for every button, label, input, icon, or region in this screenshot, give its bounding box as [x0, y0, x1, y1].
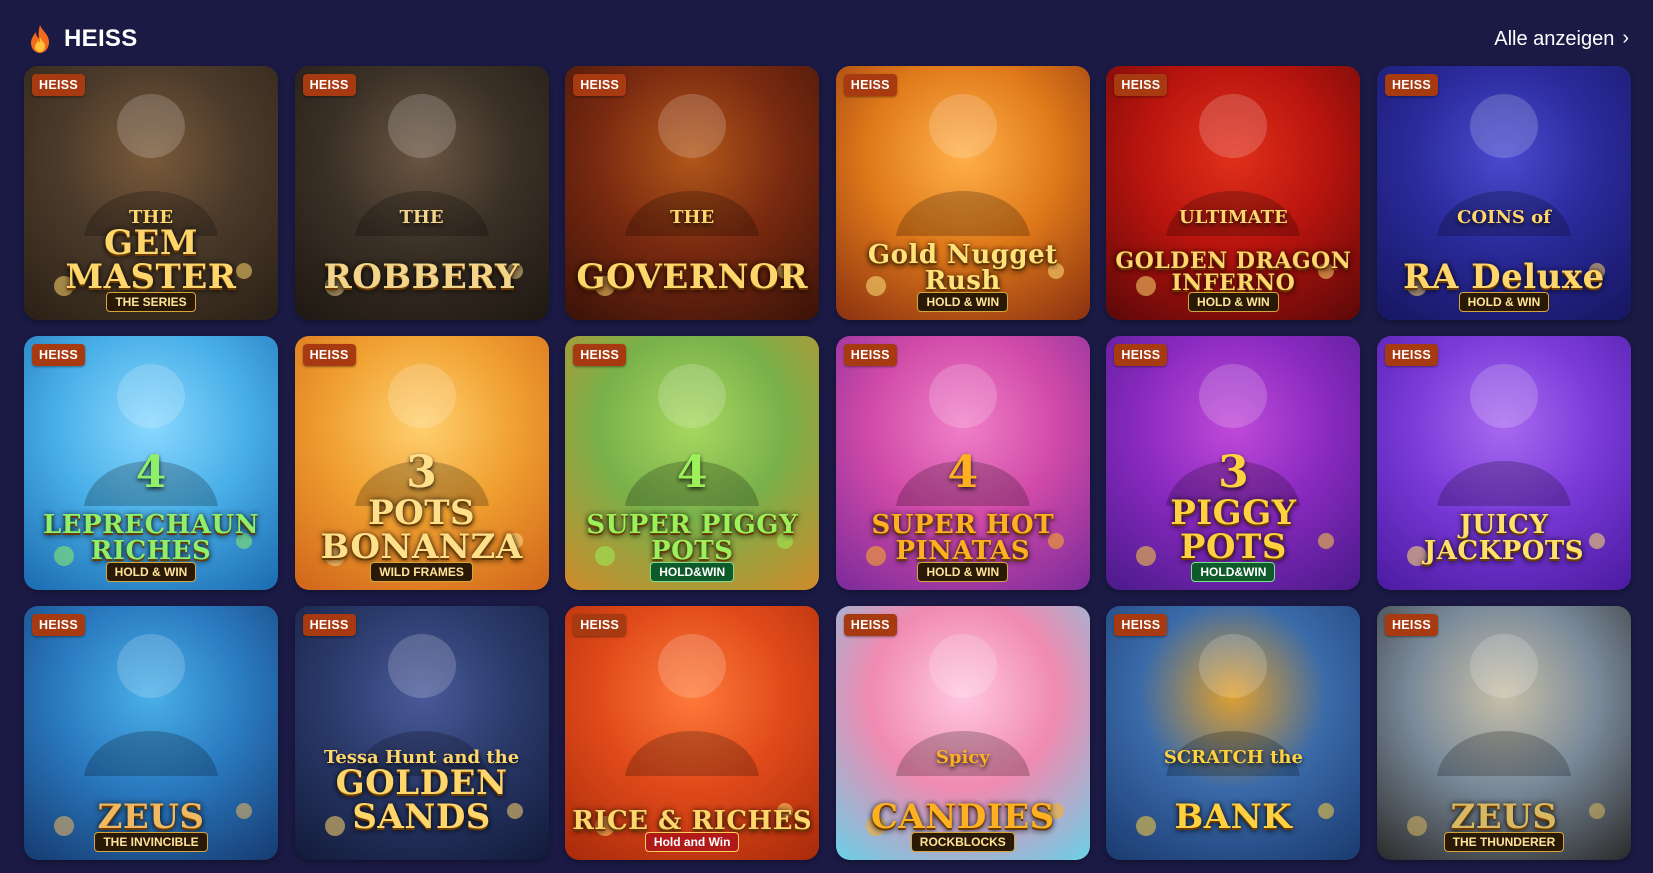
game-title: ROBBERY: [323, 257, 520, 297]
game-subtitle: HOLD&WIN: [1106, 562, 1360, 582]
hot-badge: HEISS: [1384, 614, 1438, 636]
game-subtitle: THE SERIES: [24, 292, 278, 312]
hot-badge: HEISS: [1114, 74, 1168, 96]
game-tile[interactable]: ULTIMATE GOLDEN DRAGON INFERNO HOLD & WIN H…: [1106, 66, 1361, 320]
game-subtitle-text: THE INVINCIBLE: [94, 832, 208, 852]
game-grid: THE GEM MASTER THE SERIES HEISS THE ROBBERY HE…: [24, 66, 1631, 860]
game-title: RICE & RICHES: [572, 806, 813, 836]
game-subtitle: HOLD & WIN: [1106, 292, 1360, 312]
game-subtitle: THE THUNDERER: [1377, 832, 1631, 852]
hot-badge: HEISS: [573, 614, 627, 636]
game-title-kicker: COINS of: [1457, 207, 1551, 228]
game-tile[interactable]: Gold Nugget Rush HOLD & WIN HEISS: [835, 66, 1090, 320]
see-all-link[interactable]: Alle anzeigen ›: [1494, 28, 1629, 51]
game-tile[interactable]: JUICY JACKPOTS HEISS: [1376, 336, 1631, 590]
game-title-kicker: 3: [1218, 447, 1249, 498]
game-tile[interactable]: THE GEM MASTER THE SERIES HEISS: [24, 66, 278, 320]
game-subtitle: HOLD&WIN: [565, 562, 819, 582]
game-subtitle-text: HOLD & WIN: [917, 292, 1009, 312]
game-title: RA Deluxe: [1403, 257, 1605, 297]
game-title: Gold Nugget Rush: [867, 240, 1058, 296]
game-tile[interactable]: 4 SUPER PIGGY POTS HOLD&WIN HEISS: [565, 336, 820, 590]
game-tile[interactable]: 3 PIGGY POTS HOLD&WIN HEISS: [1106, 336, 1361, 590]
game-subtitle-text: Hold and Win: [644, 832, 740, 852]
game-tile[interactable]: THE ROBBERY HEISS: [294, 66, 549, 320]
game-title: GOLDEN DRAGON INFERNO: [1115, 248, 1352, 296]
game-tile[interactable]: COINS of RA Deluxe HOLD & WIN HEISS: [1376, 66, 1631, 320]
game-subtitle: THE INVINCIBLE: [24, 832, 278, 852]
game-tile[interactable]: THE GOVERNOR HEISS: [565, 66, 820, 320]
game-title: ZEUS: [1450, 797, 1558, 837]
hot-badge: HEISS: [32, 614, 86, 636]
hot-badge: HEISS: [573, 74, 627, 96]
game-title: PIGGY POTS: [1170, 493, 1297, 567]
hot-badge: HEISS: [302, 614, 356, 636]
hot-badge: HEISS: [302, 74, 356, 96]
game-title: LEPRECHAUN RICHES: [43, 510, 259, 566]
game-subtitle: HOLD & WIN: [836, 292, 1090, 312]
section-header: HEISS Alle anzeigen ›: [24, 18, 1629, 60]
game-title: BANK: [1174, 797, 1293, 837]
game-title: JUICY JACKPOTS: [1423, 510, 1585, 566]
game-tile[interactable]: RICE & RICHES Hold and Win HEISS: [565, 606, 820, 860]
game-subtitle-text: THE SERIES: [106, 292, 196, 312]
game-tile[interactable]: Spicy CANDIES ROCKBLOCKS HEISS: [835, 606, 1090, 860]
game-subtitle: ROCKBLOCKS: [836, 832, 1090, 852]
game-title: POTS BONANZA: [320, 493, 523, 567]
hot-badge: HEISS: [843, 344, 897, 366]
game-title-kicker: THE: [670, 207, 715, 228]
game-title: SUPER PIGGY POTS: [586, 510, 799, 566]
game-title-kicker: Spicy: [935, 747, 990, 768]
game-title-kicker: 4: [135, 447, 167, 498]
game-title: ZEUS: [97, 797, 205, 837]
game-title: GEM MASTER: [65, 223, 237, 297]
game-tile[interactable]: ZEUS THE THUNDERER HEISS: [1376, 606, 1631, 860]
game-subtitle-text: HOLD & WIN: [917, 562, 1009, 582]
hot-badge: HEISS: [302, 344, 356, 366]
game-tile[interactable]: 4 LEPRECHAUN RICHES HOLD & WIN HEISS: [24, 336, 278, 590]
hot-badge: HEISS: [843, 74, 897, 96]
hot-badge: HEISS: [1384, 74, 1438, 96]
game-subtitle: HOLD & WIN: [1377, 292, 1631, 312]
game-title: GOVERNOR: [576, 257, 808, 297]
game-subtitle: WILD FRAMES: [295, 562, 549, 582]
game-title: GOLDEN SANDS: [335, 763, 508, 837]
game-subtitle-text: HOLD&WIN: [650, 562, 735, 582]
game-subtitle: Hold and Win: [565, 832, 819, 852]
game-subtitle-text: WILD FRAMES: [370, 562, 473, 582]
game-title: CANDIES: [870, 797, 1055, 837]
chevron-right-icon: ›: [1622, 27, 1629, 49]
flame-icon: [31, 25, 49, 53]
hot-badge: HEISS: [32, 344, 86, 366]
hot-badge: HEISS: [1114, 614, 1168, 636]
hot-badge: HEISS: [843, 614, 897, 636]
game-subtitle-text: THE THUNDERER: [1443, 832, 1565, 852]
game-subtitle: HOLD & WIN: [836, 562, 1090, 582]
game-tile[interactable]: ZEUS THE INVINCIBLE HEISS: [24, 606, 278, 860]
hot-badge: HEISS: [1114, 344, 1168, 366]
game-subtitle: HOLD & WIN: [24, 562, 278, 582]
section-title-group: HEISS: [24, 23, 138, 55]
hot-badge: HEISS: [1384, 344, 1438, 366]
game-title-kicker: 3: [406, 447, 437, 498]
game-title: SUPER HOT PINATAS: [871, 510, 1055, 566]
hot-badge: HEISS: [573, 344, 627, 366]
game-subtitle-text: HOLD & WIN: [1458, 292, 1550, 312]
game-tile[interactable]: 4 SUPER HOT PINATAS HOLD & WIN HEISS: [835, 336, 1090, 590]
game-title-kicker: 4: [947, 447, 979, 498]
game-subtitle-text: HOLD & WIN: [105, 562, 197, 582]
game-tile[interactable]: Tessa Hunt and the GOLDEN SANDS HEISS: [294, 606, 549, 860]
game-title-kicker: ULTIMATE: [1179, 207, 1288, 228]
game-title-kicker: 4: [676, 447, 708, 498]
game-tile[interactable]: 3 POTS BONANZA WILD FRAMES HEISS: [294, 336, 549, 590]
game-subtitle-text: ROCKBLOCKS: [910, 832, 1015, 852]
see-all-label: Alle anzeigen: [1494, 27, 1615, 50]
game-title-kicker: THE: [399, 207, 444, 228]
game-subtitle-text: HOLD&WIN: [1191, 562, 1276, 582]
game-title-kicker: SCRATCH the: [1163, 747, 1303, 768]
game-tile[interactable]: SCRATCH the BANK HEISS: [1106, 606, 1361, 860]
hot-badge: HEISS: [32, 74, 86, 96]
game-subtitle-text: HOLD & WIN: [1188, 292, 1279, 312]
section-title: HEISS: [64, 25, 138, 52]
